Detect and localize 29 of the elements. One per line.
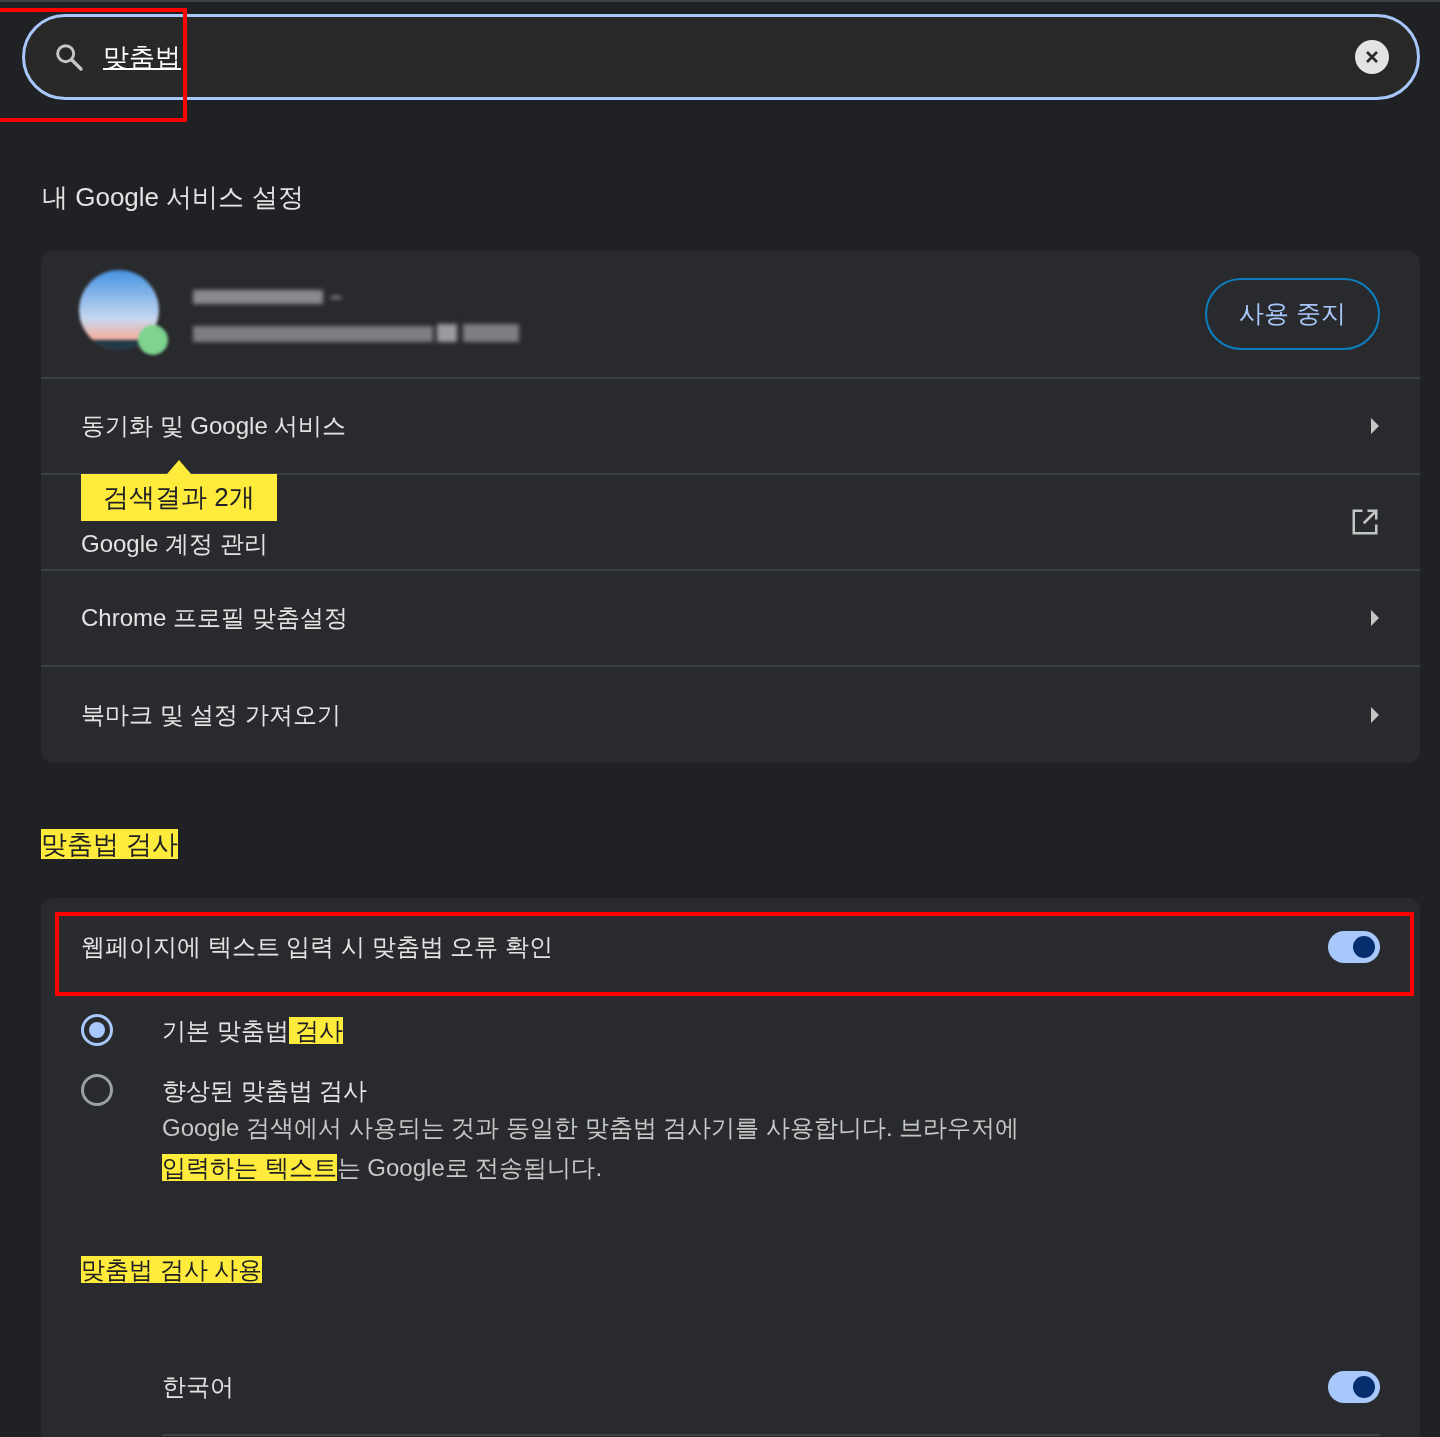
row-label: 동기화 및 Google 서비스: [81, 411, 347, 441]
caret-icon: [1370, 417, 1380, 435]
caret-icon: [1370, 706, 1380, 724]
search-input[interactable]: 맞춤법: [101, 36, 1339, 78]
toggle-label: 웹페이지에 텍스트 입력 시 맞춤법 오류 확인: [81, 932, 553, 962]
settings-row[interactable]: Chrome 프로필 맞춤설정: [41, 571, 1420, 667]
option-description: Google 검색에서 사용되는 것과 동일한 맞춤법 검사기를 사용합니다. 브라우저에 입력하는 텍스트는 Google로 전송됩니다.: [162, 1113, 1021, 1183]
toggle-switch[interactable]: [1328, 931, 1380, 963]
section-heading: 맞춤법 검사: [41, 828, 179, 861]
row-label: Google 계정 관리: [81, 529, 268, 559]
caret-icon: [1370, 609, 1380, 627]
row-label: 북마크 및 설정 가져오기: [81, 700, 341, 730]
language-label: 한국어: [162, 1372, 234, 1402]
settings-row[interactable]: 북마크 및 설정 가져오기: [41, 667, 1420, 763]
turn-off-button[interactable]: 사용 중지: [1205, 278, 1380, 350]
toggle-switch[interactable]: [1328, 1371, 1380, 1403]
clear-button[interactable]: [1355, 40, 1389, 74]
close-icon: [1364, 49, 1380, 65]
row-label: Chrome 프로필 맞춤설정: [81, 603, 348, 633]
section-heading: 내 Google 서비스 설정: [42, 181, 305, 214]
tooltip-pointer: [167, 460, 191, 474]
radio-button[interactable]: [81, 1014, 113, 1046]
external-link-icon: [1350, 507, 1380, 537]
radio-button[interactable]: [81, 1074, 113, 1106]
option-label: 향상된 맞춤법 검사: [162, 1076, 369, 1106]
option-label: 기본 맞춤법 검사: [162, 1016, 344, 1046]
subsection-heading: 맞춤법 검사 사용: [81, 1255, 263, 1285]
search-field[interactable]: 맞춤법: [22, 14, 1420, 100]
search-icon: [53, 41, 85, 73]
